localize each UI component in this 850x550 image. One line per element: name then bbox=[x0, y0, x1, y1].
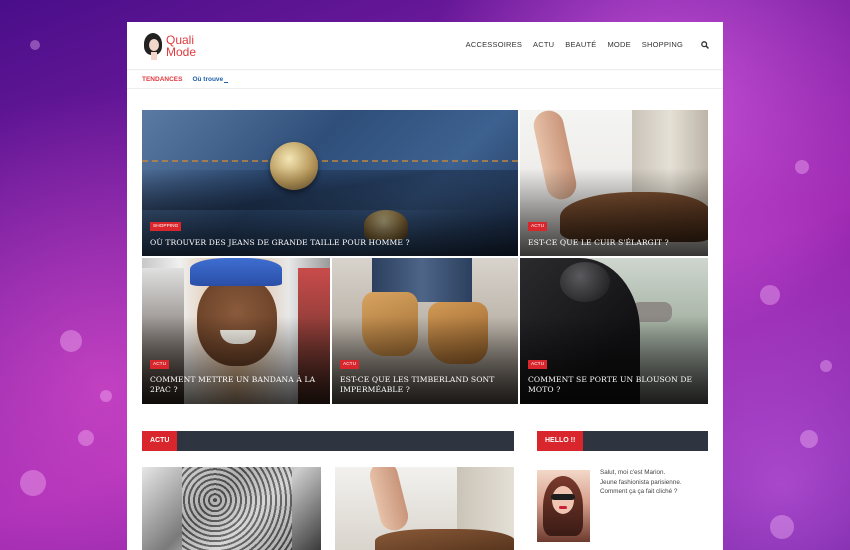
trending-ticker: TENDANCES Où trouve bbox=[127, 71, 723, 89]
bokeh-light bbox=[820, 360, 832, 372]
bokeh-light bbox=[100, 390, 112, 402]
section-label-actu[interactable]: ACTU bbox=[142, 431, 178, 451]
site-header: Quali Mode ACCESSOIRES ACTU BEAUTÉ MODE … bbox=[127, 22, 723, 69]
bokeh-light bbox=[760, 285, 780, 305]
category-badge[interactable]: ACTU bbox=[528, 360, 548, 369]
bokeh-light bbox=[30, 40, 40, 50]
featured-post-cuir[interactable]: ACTU EST-CE QUE LE CUIR S'ÉLARGIT ? bbox=[520, 110, 708, 256]
web-page: Quali Mode ACCESSOIRES ACTU BEAUTÉ MODE … bbox=[127, 22, 723, 550]
category-badge[interactable]: ACTU bbox=[340, 360, 360, 369]
category-badge[interactable]: ACTU bbox=[150, 360, 170, 369]
section-header-hello: HELLO !! bbox=[537, 431, 708, 451]
nav-item-actu[interactable]: ACTU bbox=[533, 40, 554, 49]
featured-post-blouson[interactable]: ACTU COMMENT SE PORTE UN BLOUSON DE MOTO… bbox=[520, 258, 708, 404]
about-line: Salut, moi c'est Marion. bbox=[600, 469, 666, 476]
about-line: Comment ça ça fait cliché ? bbox=[600, 488, 678, 495]
category-badge[interactable]: ACTU bbox=[528, 222, 548, 231]
trending-label: TENDANCES bbox=[142, 76, 183, 83]
bokeh-light bbox=[60, 330, 82, 352]
section-label-hello: HELLO !! bbox=[537, 431, 584, 451]
featured-post-jeans[interactable]: SHOPPING OÙ TROUVER DES JEANS DE GRANDE … bbox=[142, 110, 518, 256]
post-title[interactable]: OÙ TROUVER DES JEANS DE GRANDE TAILLE PO… bbox=[150, 238, 510, 248]
site-logo[interactable]: Quali Mode bbox=[142, 31, 196, 61]
post-thumbnail[interactable] bbox=[142, 467, 321, 550]
trending-link-text: Où trouve bbox=[192, 76, 224, 83]
about-text: Salut, moi c'est Marion. Jeune fashionis… bbox=[600, 468, 710, 497]
post-title[interactable]: COMMENT METTRE UN BANDANA À LA 2PAC ? bbox=[150, 375, 322, 395]
bokeh-light bbox=[78, 430, 94, 446]
search-icon[interactable] bbox=[701, 41, 709, 49]
bokeh-light bbox=[20, 470, 46, 496]
bokeh-light bbox=[800, 430, 818, 448]
logo-text: Quali Mode bbox=[166, 34, 196, 58]
nav-item-shopping[interactable]: SHOPPING bbox=[642, 40, 683, 49]
logo-line-1: Quali bbox=[166, 32, 195, 47]
nav-item-mode[interactable]: MODE bbox=[607, 40, 630, 49]
featured-post-timberland[interactable]: ACTU EST-CE QUE LES TIMBERLAND SONT IMPE… bbox=[332, 258, 518, 404]
bokeh-light bbox=[795, 160, 809, 174]
about-line: Jeune fashionista parisienne. bbox=[600, 478, 682, 486]
post-title[interactable]: EST-CE QUE LES TIMBERLAND SONT IMPERMÉAB… bbox=[340, 375, 510, 395]
author-avatar bbox=[537, 470, 590, 542]
featured-grid: SHOPPING OÙ TROUVER DES JEANS DE GRANDE … bbox=[142, 110, 708, 404]
post-thumbnail[interactable] bbox=[335, 467, 514, 550]
featured-post-bandana[interactable]: ACTU COMMENT METTRE UN BANDANA À LA 2PAC… bbox=[142, 258, 330, 404]
logo-woman-icon bbox=[142, 31, 164, 61]
trending-link[interactable]: Où trouve bbox=[192, 76, 229, 83]
ticker-cursor bbox=[224, 82, 229, 83]
post-title[interactable]: EST-CE QUE LE CUIR S'ÉLARGIT ? bbox=[528, 238, 700, 248]
bokeh-light bbox=[770, 515, 794, 539]
section-header-actu: ACTU bbox=[142, 431, 514, 451]
nav-item-accessoires[interactable]: ACCESSOIRES bbox=[466, 40, 522, 49]
post-title[interactable]: COMMENT SE PORTE UN BLOUSON DE MOTO ? bbox=[528, 375, 700, 395]
logo-line-2: Mode bbox=[166, 44, 197, 59]
category-badge[interactable]: SHOPPING bbox=[150, 222, 182, 231]
nav-item-beaute[interactable]: BEAUTÉ bbox=[565, 40, 596, 49]
main-nav: ACCESSOIRES ACTU BEAUTÉ MODE SHOPPING bbox=[466, 40, 683, 49]
